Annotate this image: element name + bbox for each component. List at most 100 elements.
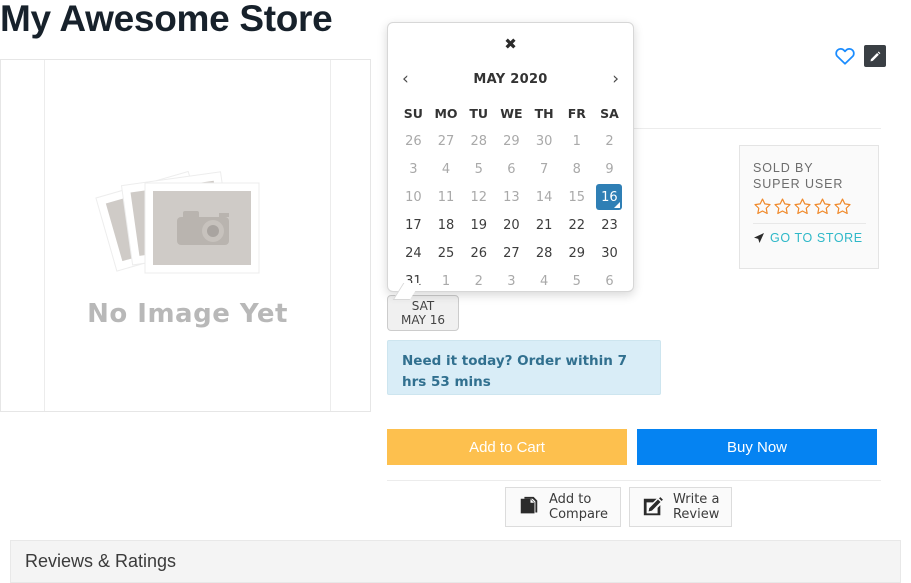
add-to-compare-button[interactable]: Add to Compare: [505, 487, 621, 527]
star-icon[interactable]: [753, 197, 772, 216]
sold-by-box: SOLD BY SUPER USER GO TO STORE: [739, 145, 879, 269]
calendar-day[interactable]: 1: [430, 267, 463, 295]
star-icon[interactable]: [793, 197, 812, 216]
calendar-weekday: FR: [567, 105, 586, 121]
delivery-alert: Need it today? Order within 7 hrs 53 min…: [387, 340, 661, 395]
lower-divider: [387, 480, 881, 481]
calendar-day[interactable]: 14: [528, 183, 561, 211]
calendar-week-row: 26 27 28 29 30 1 2: [397, 127, 626, 155]
page-title: My Awesome Store: [0, 0, 333, 39]
calendar-day[interactable]: 18: [430, 211, 463, 239]
calendar-day[interactable]: 4: [430, 155, 463, 183]
calendar-day[interactable]: 27: [430, 127, 463, 155]
heart-icon[interactable]: [834, 45, 856, 67]
calendar-day[interactable]: 8: [560, 155, 593, 183]
calendar-day[interactable]: 27: [495, 239, 528, 267]
no-image-label: No Image Yet: [87, 298, 288, 329]
star-icon[interactable]: [813, 197, 832, 216]
star-icon[interactable]: [773, 197, 792, 216]
calendar-week-row: 31 1 2 3 4 5 6: [397, 267, 626, 295]
star-icon[interactable]: [833, 197, 852, 216]
calendar-day[interactable]: 10: [397, 183, 430, 211]
calendar-day[interactable]: 23: [593, 211, 626, 239]
calendar-weekday: SA: [600, 105, 619, 121]
calendar-day-selected[interactable]: 16: [596, 184, 623, 210]
write-review-label: Write a Review: [672, 492, 720, 522]
calendar-day[interactable]: 2: [593, 127, 626, 155]
gallery-main-image-area: No Image Yet: [44, 60, 331, 411]
calendar-day[interactable]: 26: [397, 127, 430, 155]
calendar-month-title: MAY 2020: [473, 71, 548, 87]
calendar-day[interactable]: 4: [528, 267, 561, 295]
calendar-day[interactable]: 19: [462, 211, 495, 239]
close-icon[interactable]: ✖: [388, 35, 633, 53]
product-page: My Awesome Store No Image Yet SOLD BY SU…: [0, 0, 911, 583]
buy-now-button[interactable]: Buy Now: [637, 429, 877, 465]
add-to-compare-label: Add to Compare: [549, 492, 608, 522]
copy-pages-icon: [520, 496, 538, 514]
calendar-week-row: 17 18 19 20 21 22 23: [397, 211, 626, 239]
purchase-button-row: Add to Cart Buy Now: [387, 429, 877, 465]
calendar-day[interactable]: 3: [495, 267, 528, 295]
calendar-day[interactable]: 22: [560, 211, 593, 239]
calendar-day[interactable]: 12: [462, 183, 495, 211]
calendar-day[interactable]: 2: [462, 267, 495, 295]
date-picker-popup: ✖ ‹ MAY 2020 › SU MO TU WE TH FR SA 26 27 28 29 30…: [387, 22, 634, 292]
calendar-day[interactable]: 6: [495, 155, 528, 183]
calendar-day[interactable]: 26: [462, 239, 495, 267]
calendar-weekday-row: SU MO TU WE TH FR SA: [397, 99, 626, 127]
sold-by-label: SOLD BY: [753, 161, 814, 175]
pencil-icon: [870, 51, 881, 62]
calendar-weekday: MO: [434, 105, 458, 121]
reviews-section-title: Reviews & Ratings: [25, 551, 177, 571]
pencil-square-icon: [643, 497, 663, 516]
calendar-grid: SU MO TU WE TH FR SA 26 27 28 29 30 1 2 3 4 5 6 7 8 9 10 11 12…: [397, 99, 626, 295]
navigation-arrow-icon: [754, 233, 764, 243]
calendar-day[interactable]: 5: [560, 267, 593, 295]
calendar-day[interactable]: 31: [397, 267, 430, 295]
calendar-weeks: 26 27 28 29 30 1 2 3 4 5 6 7 8 9 10 11 12 13 14 15 16 17 18 19 2…: [397, 127, 626, 295]
calendar-day[interactable]: 3: [397, 155, 430, 183]
calendar-day[interactable]: 1: [560, 127, 593, 155]
calendar-weekday: TH: [534, 105, 554, 121]
reviews-section-header[interactable]: Reviews & Ratings: [10, 540, 901, 583]
calendar-day[interactable]: 28: [462, 127, 495, 155]
calendar-week-row: 10 11 12 13 14 15 16: [397, 183, 626, 211]
calendar-day[interactable]: 30: [528, 127, 561, 155]
calendar-day[interactable]: 29: [560, 239, 593, 267]
calendar-weekday: SU: [403, 105, 423, 121]
calendar-day[interactable]: 6: [593, 267, 626, 295]
seller-name: SUPER USER: [753, 177, 844, 191]
calendar-day[interactable]: 28: [528, 239, 561, 267]
calendar-day[interactable]: 11: [430, 183, 463, 211]
secondary-button-row: Add to Compare Write a Review: [505, 487, 733, 527]
seller-rating-stars[interactable]: [753, 197, 866, 216]
calendar-day[interactable]: 5: [462, 155, 495, 183]
go-to-store-label: GO TO STORE: [770, 231, 863, 245]
calendar-day[interactable]: 25: [430, 239, 463, 267]
calendar-day[interactable]: 21: [528, 211, 561, 239]
go-to-store-link[interactable]: GO TO STORE: [753, 231, 866, 245]
prev-month-icon[interactable]: ‹: [402, 70, 409, 88]
add-to-cart-button[interactable]: Add to Cart: [387, 429, 627, 465]
calendar-day[interactable]: 29: [495, 127, 528, 155]
calendar-day[interactable]: 13: [495, 183, 528, 211]
calendar-day[interactable]: 24: [397, 239, 430, 267]
edit-product-button[interactable]: [864, 45, 886, 67]
delivery-date-day: SAT: [411, 299, 435, 313]
calendar-day[interactable]: 15: [560, 183, 593, 211]
sold-by-separator: [753, 223, 866, 224]
calendar-day[interactable]: 30: [593, 239, 626, 267]
calendar-day[interactable]: 17: [397, 211, 430, 239]
calendar-week-row: 24 25 26 27 28 29 30: [397, 239, 626, 267]
write-review-button[interactable]: Write a Review: [628, 487, 733, 527]
next-month-icon[interactable]: ›: [612, 70, 619, 88]
calendar-day[interactable]: 20: [495, 211, 528, 239]
no-image-placeholder: No Image Yet: [73, 141, 303, 331]
calendar-header: ‹ MAY 2020 ›: [388, 67, 633, 91]
calendar-week-row: 3456789: [397, 155, 626, 183]
calendar-weekday: TU: [469, 105, 489, 121]
calendar-day[interactable]: 7: [528, 155, 561, 183]
calendar-day[interactable]: 9: [593, 155, 626, 183]
delivery-date-chip[interactable]: SAT MAY 16: [387, 295, 459, 331]
